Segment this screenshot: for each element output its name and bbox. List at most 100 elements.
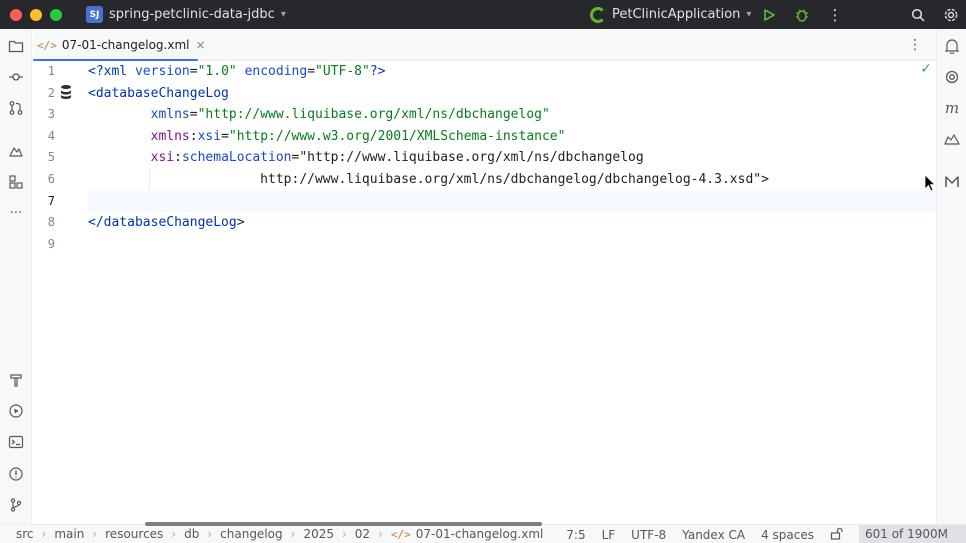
more-tools-button[interactable]: ··· <box>7 204 25 222</box>
problems-icon <box>9 467 23 481</box>
database-icon <box>944 134 960 145</box>
project-tool-button[interactable] <box>7 37 25 55</box>
project-selector[interactable]: SJ spring-petclinic-data-jdbc ▾ <box>86 6 286 23</box>
line-number: 2 <box>47 85 55 100</box>
xml-file-icon: </> <box>37 38 57 52</box>
read-only-toggle[interactable] <box>830 527 843 543</box>
breadcrumb-item[interactable]: changelog <box>220 527 282 541</box>
notifications-tool-button[interactable] <box>943 37 961 55</box>
code-editor[interactable]: <?xml version="1.0" encoding="UTF-8"?> <… <box>88 61 936 524</box>
tab-07-01-changelog[interactable]: </> 07-01-changelog.xml × <box>33 29 216 62</box>
code-line-1: <?xml version="1.0" encoding="UTF-8"?> <box>88 64 386 79</box>
close-icon[interactable]: × <box>195 38 205 52</box>
run-icon <box>9 404 23 418</box>
search-icon <box>911 8 925 22</box>
breadcrumb-item[interactable]: 07-01-changelog.xml <box>416 527 544 541</box>
code-line-4: xmlns:xsi="http://www.w3.org/2001/XMLSch… <box>150 128 566 144</box>
line-number: 7 <box>47 193 55 208</box>
line-number: 6 <box>47 172 55 186</box>
close-window-button[interactable] <box>10 8 22 21</box>
chevron-right-icon: › <box>41 527 47 541</box>
more-actions-button[interactable]: ⋮ <box>827 0 843 29</box>
maximize-window-button[interactable] <box>50 8 62 21</box>
run-tool-button[interactable] <box>7 402 25 420</box>
git-icon <box>10 498 22 512</box>
current-line-highlight <box>88 190 936 213</box>
breadcrumb-item[interactable]: main <box>54 527 84 541</box>
code-line-3: xmlns="http://www.liquibase.org/xml/ns/d… <box>150 107 550 123</box>
code-line-8: </databaseChangeLog> <box>88 215 245 231</box>
breadcrumb-item[interactable]: 02 <box>355 527 370 541</box>
memory-indicator[interactable]: 601 of 1900M <box>859 525 966 543</box>
debug-button[interactable] <box>792 0 812 29</box>
indent-setting[interactable]: 4 spaces <box>761 528 814 542</box>
build-tool-button[interactable] <box>7 371 25 389</box>
database-tool-button[interactable] <box>943 130 961 148</box>
liquibase-icon[interactable] <box>60 84 72 100</box>
breadcrumb-item[interactable]: db <box>184 527 199 541</box>
status-bar: src › main › resources › db › changelog … <box>0 522 966 543</box>
line-number: 5 <box>47 150 55 165</box>
bell-icon <box>945 39 959 54</box>
breadcrumb-item[interactable]: src <box>16 527 34 541</box>
chevron-right-icon: › <box>92 527 98 541</box>
editor-tab-bar: </> 07-01-changelog.xml × ⋮ <box>33 29 936 62</box>
settings-button[interactable] <box>941 0 961 29</box>
title-bar: SJ spring-petclinic-data-jdbc ▾ PetClini… <box>0 0 966 29</box>
more-horizontal-icon: ··· <box>9 205 23 221</box>
inspection-ok-icon[interactable]: ✓ <box>920 61 932 77</box>
code-line-2: <databaseChangeLog <box>88 85 229 101</box>
terminal-tool-button[interactable] <box>7 433 25 451</box>
bug-icon <box>796 9 808 22</box>
services-icon <box>9 175 23 189</box>
pull-requests-tool-button[interactable] <box>7 99 25 117</box>
maven-icon: m <box>944 99 960 117</box>
maven-tool-button[interactable]: m <box>943 99 961 117</box>
project-name: spring-petclinic-data-jdbc <box>109 7 275 22</box>
minimize-window-button[interactable] <box>30 8 42 21</box>
problems-tool-button[interactable] <box>7 465 25 483</box>
gear-icon <box>944 8 958 21</box>
commit-tool-button[interactable] <box>7 68 25 86</box>
mouse-pointer-icon <box>924 174 936 192</box>
terminal-icon <box>8 435 24 449</box>
breadcrumb-item[interactable]: 2025 <box>303 527 334 541</box>
code-style[interactable]: Yandex CA <box>682 528 745 542</box>
folder-icon <box>8 40 24 53</box>
chevron-right-icon: › <box>378 527 383 541</box>
unlock-icon <box>830 527 843 540</box>
structure-tool-button[interactable] <box>7 142 25 160</box>
pull-requests-icon <box>9 101 23 115</box>
spring-icon <box>590 6 606 23</box>
chevron-right-icon: › <box>171 527 177 541</box>
chevron-down-icon: ▾ <box>280 9 286 20</box>
run-configuration-name: PetClinicApplication <box>612 7 741 22</box>
chevron-down-icon: ▾ <box>746 9 752 20</box>
run-configuration-selector[interactable]: PetClinicApplication ▾ <box>590 0 751 29</box>
more-vertical-icon: ⋮ <box>827 5 843 24</box>
run-button[interactable] <box>759 0 779 29</box>
tab-options-button[interactable]: ⋮ <box>908 37 922 53</box>
editor-gutter: 1 2 3 4 5 6 7 8 9 <box>33 61 108 524</box>
search-button[interactable] <box>908 0 928 29</box>
services-tool-button[interactable] <box>7 173 25 191</box>
window-controls <box>10 8 62 21</box>
ai-assistant-tool-button[interactable] <box>943 68 961 86</box>
chevron-right-icon: › <box>341 527 347 541</box>
file-encoding[interactable]: UTF-8 <box>631 528 666 542</box>
chevron-right-icon: › <box>207 527 213 541</box>
line-number: 4 <box>47 128 55 143</box>
line-number: 1 <box>47 64 55 78</box>
line-separator[interactable]: LF <box>602 528 616 542</box>
chevron-right-icon: › <box>290 527 296 541</box>
right-tool-strip: m <box>936 29 966 524</box>
structure-icon <box>9 147 23 157</box>
line-number: 8 <box>47 215 55 230</box>
breadcrumb-item[interactable]: resources <box>105 527 163 541</box>
caret-position[interactable]: 7:5 <box>566 528 585 542</box>
code-line-6: http://www.liquibase.org/xml/ns/dbchange… <box>88 172 769 187</box>
left-tool-strip: ··· <box>0 29 32 524</box>
horizontal-scrollbar[interactable] <box>145 522 542 526</box>
git-tool-button[interactable] <box>7 496 25 514</box>
markdown-tool-button[interactable] <box>943 173 961 191</box>
